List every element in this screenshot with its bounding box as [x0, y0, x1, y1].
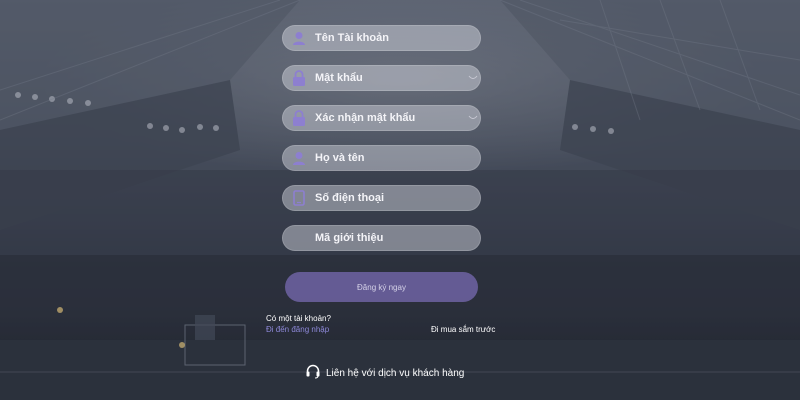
- eye-closed-icon[interactable]: [468, 73, 478, 83]
- have-account-text: Có một tài khoản?: [266, 314, 331, 323]
- referral-code-input[interactable]: [315, 232, 480, 244]
- shop-first-link[interactable]: Đi mua sắm trước: [431, 325, 495, 334]
- referral-field-wrapper: [282, 225, 481, 251]
- fullname-input[interactable]: [315, 152, 480, 164]
- customer-service-link[interactable]: Liên hệ với dịch vụ khách hàng: [305, 363, 464, 384]
- phone-field-wrapper: [282, 185, 481, 211]
- password-input[interactable]: [315, 72, 468, 84]
- eye-closed-icon[interactable]: [468, 113, 478, 123]
- password-field-wrapper: [282, 65, 481, 91]
- referral-icon-placeholder: [292, 230, 306, 246]
- fullname-field-wrapper: [282, 145, 481, 171]
- username-field-wrapper: [282, 25, 481, 51]
- register-button[interactable]: Đăng ký ngay: [285, 272, 478, 302]
- customer-service-label: Liên hệ với dịch vụ khách hàng: [326, 368, 465, 379]
- user-icon: [292, 30, 306, 46]
- lock-icon: [292, 110, 306, 126]
- username-input[interactable]: [315, 32, 480, 44]
- headset-icon: [305, 363, 321, 384]
- phone-input[interactable]: [315, 192, 480, 204]
- user-icon: [292, 150, 306, 166]
- login-link[interactable]: Đi đến đăng nhập: [266, 325, 329, 334]
- phone-icon: [292, 190, 306, 206]
- confirm-password-field-wrapper: [282, 105, 481, 131]
- confirm-password-input[interactable]: [315, 112, 468, 124]
- lock-icon: [292, 70, 306, 86]
